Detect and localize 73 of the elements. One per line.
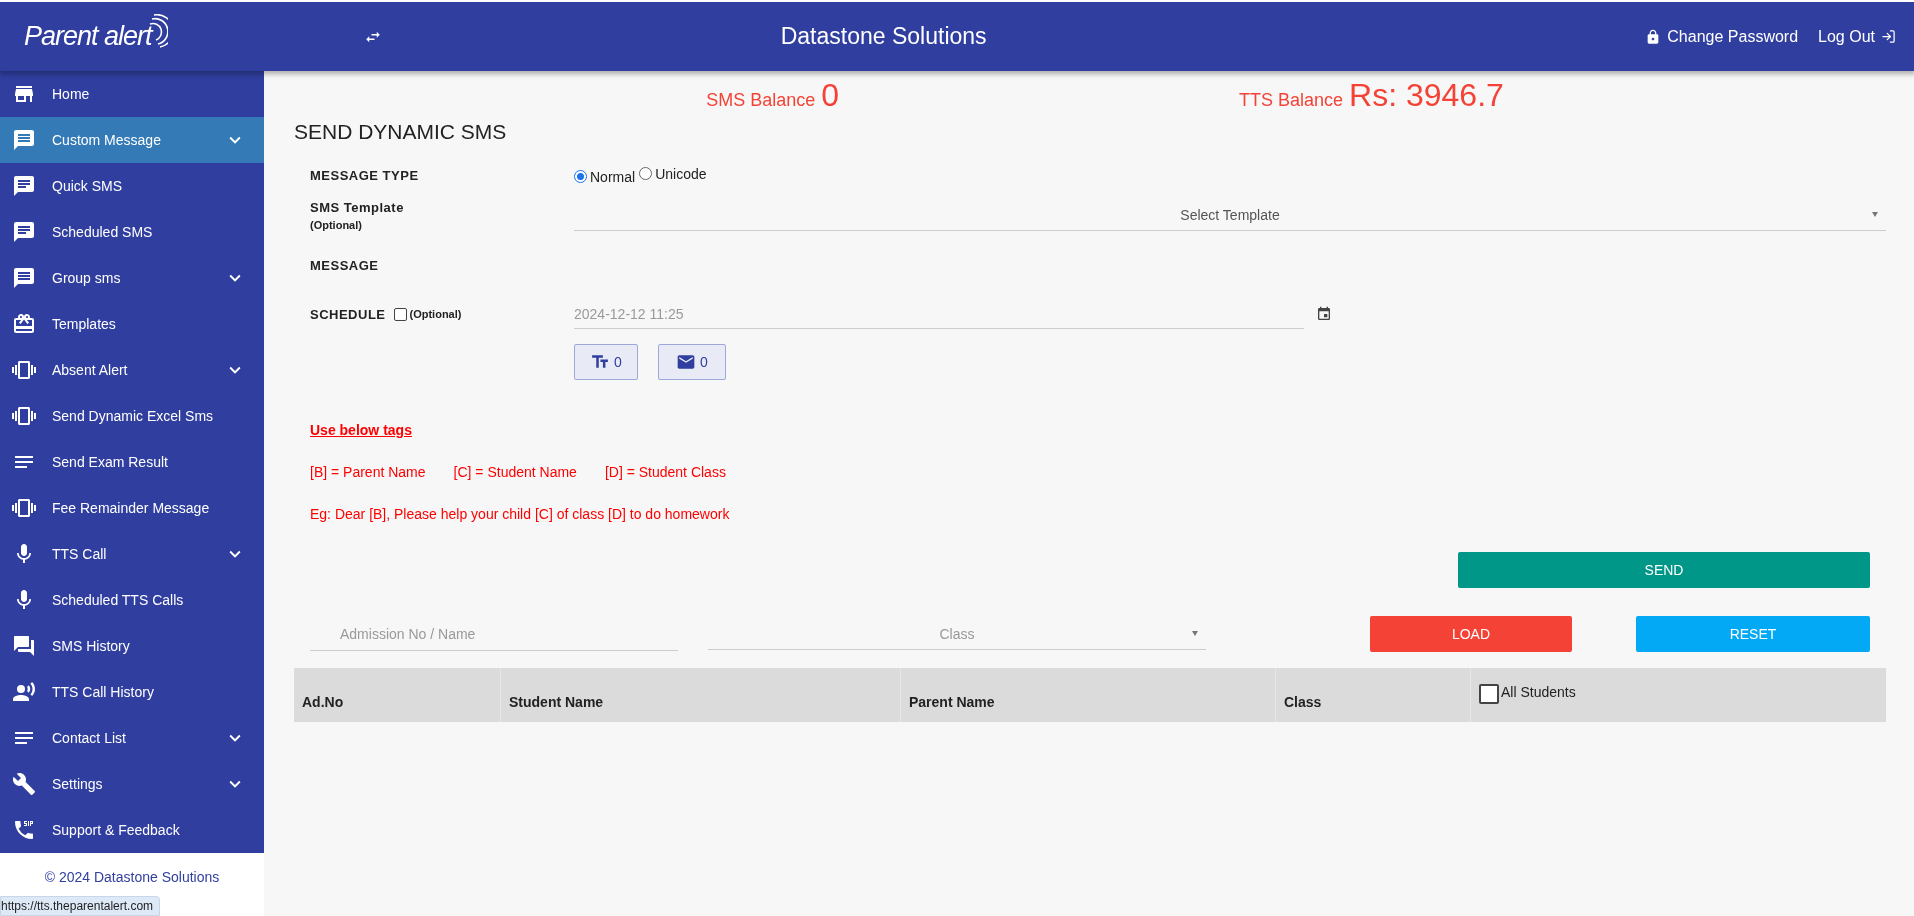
sidebar-item[interactable]: Group sms [0, 255, 264, 301]
checkbox[interactable] [393, 307, 407, 321]
checkbox[interactable] [1479, 684, 1499, 704]
sidebar-item[interactable]: TTS Call History [0, 669, 264, 715]
sidebar-item[interactable]: TTS Call [0, 531, 264, 577]
envelope-icon [676, 352, 697, 372]
wrench-icon [12, 772, 36, 796]
field-label: SMS Template [310, 199, 405, 215]
balance-label: SMS Balance [706, 90, 816, 110]
page-title: SEND DYNAMIC SMS [294, 120, 508, 144]
logout-link[interactable]: Log Out [1818, 27, 1896, 46]
hint-text: (Optional) [409, 308, 462, 320]
example-text: Eg: Dear [B], Please help your child [C] of class [D] to do homework [310, 506, 731, 522]
sidebar-item[interactable]: Send Dynamic Excel Sms [0, 393, 264, 439]
hint-text: (Optional) [310, 218, 363, 231]
load-button[interactable]: LOAD [1370, 616, 1572, 652]
character-count-button[interactable]: 0 [574, 344, 638, 380]
status-url: https://tts.theparentalert.com [0, 896, 161, 916]
exit-icon [1881, 29, 1896, 44]
checkbox-label: All Students [1501, 684, 1576, 700]
column-header: Student Name [509, 694, 604, 710]
tag-text: [C] = Student Name [453, 464, 577, 480]
radio-option[interactable]: Unicode [639, 165, 707, 182]
sidebar-item[interactable]: SMS History [0, 623, 264, 669]
send-button[interactable]: SEND [1458, 552, 1870, 588]
chat-bubbles-icon [12, 634, 36, 658]
sidebar-item[interactable]: Templates [0, 301, 264, 347]
sidebar-item[interactable]: Fee Remainder Message [0, 485, 264, 531]
balance-value: Rs: 3946.7 [1349, 77, 1504, 113]
column-header: Class [1284, 694, 1322, 710]
sidebar-item[interactable]: Quick SMS [0, 163, 264, 209]
caret-icon [1872, 212, 1878, 217]
tag-text: [D] = Student Class [604, 464, 726, 480]
chat-icon [12, 174, 36, 198]
sidebar-item[interactable]: Contact List [0, 715, 264, 761]
speaking-person-icon [12, 680, 36, 704]
tags-heading: Use below tags [310, 422, 413, 438]
tag-text: [B] = Parent Name [310, 464, 426, 480]
radio-option[interactable]: Normal [574, 168, 636, 185]
sidebar-item[interactable]: Settings [0, 761, 264, 807]
vibration-icon [12, 358, 36, 382]
app-title: Datastone Solutions [779, 23, 988, 50]
vibration-icon [12, 496, 36, 520]
copyright-text: © 2024 Datastone Solutions [44, 869, 220, 885]
chat-icon [12, 220, 36, 244]
gift-card-icon [12, 312, 36, 336]
template-select[interactable]: Select Template [574, 199, 1886, 231]
balance-value: 0 [821, 77, 839, 113]
sidebar-item[interactable]: Custom Message [0, 117, 264, 163]
logo-text: Parent alert [24, 21, 152, 52]
field-label: SCHEDULE [310, 306, 386, 322]
phone-icon [12, 818, 36, 842]
message-icon [12, 128, 36, 152]
message-icon [12, 266, 36, 290]
change-password-link[interactable]: Change Password [1645, 27, 1799, 46]
field-label: MESSAGE [310, 257, 380, 273]
field-label: MESSAGE TYPE [310, 167, 420, 183]
sidebar-item[interactable]: Scheduled SMS [0, 209, 264, 255]
balance-label: TTS Balance [1239, 90, 1344, 110]
column-header: Ad.No [302, 694, 344, 710]
caret-icon [1192, 631, 1198, 636]
sidebar-item[interactable]: Home [0, 71, 264, 117]
sidebar-item[interactable]: Scheduled TTS Calls [0, 577, 264, 623]
calendar-icon[interactable] [1316, 306, 1332, 322]
sidebar-item[interactable]: Absent Alert [0, 347, 264, 393]
sidebar-item[interactable]: Support & Feedback [0, 807, 264, 853]
message-count-button[interactable]: 0 [658, 344, 726, 380]
radio-icon[interactable] [639, 167, 653, 180]
sidebar-item[interactable]: Send Exam Result [0, 439, 264, 485]
search-field[interactable]: Admission No / Name [310, 617, 678, 651]
vibration-icon [12, 404, 36, 428]
radio-icon[interactable] [574, 170, 587, 183]
column-header: Parent Name [909, 694, 995, 710]
